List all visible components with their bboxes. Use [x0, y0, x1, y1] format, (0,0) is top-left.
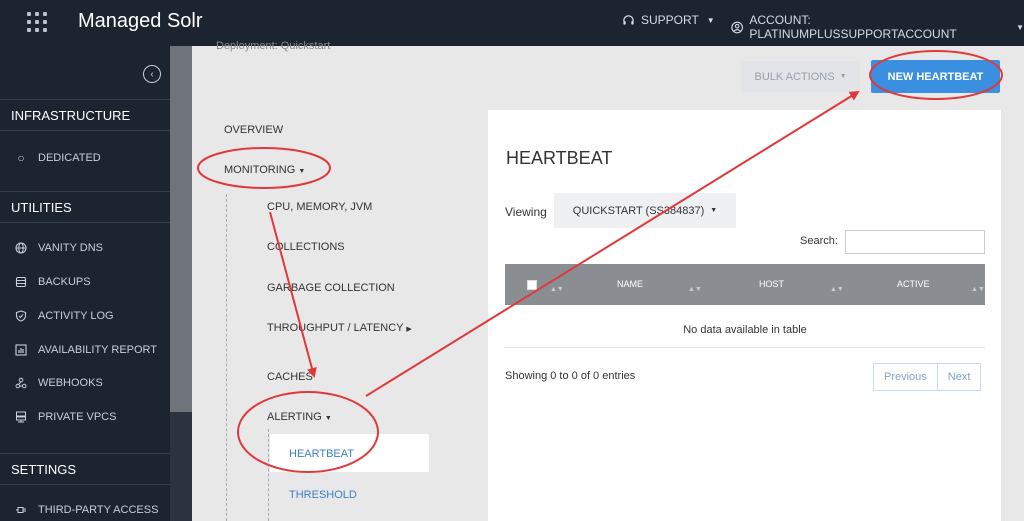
- support-menu[interactable]: SUPPORT ▼: [622, 13, 715, 27]
- sidebar-section-settings: SETTINGS: [0, 453, 170, 485]
- select-all-checkbox[interactable]: [527, 280, 537, 290]
- webhook-icon: [14, 377, 28, 389]
- globe-icon: [14, 242, 28, 254]
- subnav-throughput-label: THROUGHPUT / LATENCY: [267, 322, 404, 334]
- caret-down-icon: ▼: [706, 15, 715, 25]
- sidebar-item-label: DEDICATED: [38, 152, 101, 164]
- subnav-alerting[interactable]: ALERTING ▼: [267, 411, 332, 423]
- caret-down-icon: ▼: [710, 207, 718, 214]
- sidebar-item-label: WEBHOOKS: [38, 377, 103, 389]
- sidebar-section-utilities: UTILITIES: [0, 191, 170, 223]
- subnav-cpu-memory-jvm[interactable]: CPU, MEMORY, JVM: [267, 201, 372, 213]
- viewing-label: Viewing: [505, 205, 547, 219]
- breadcrumb[interactable]: Deployment: Quickstart: [216, 40, 330, 52]
- sort-icon[interactable]: ▲▼: [830, 286, 844, 293]
- headset-icon: [623, 14, 634, 25]
- panel-title: HEARTBEAT: [506, 148, 613, 168]
- column-header-host[interactable]: HOST: [759, 279, 784, 289]
- table-header: ▲▼ NAME ▲▼ HOST ▲▼ ACTIVE ▲▼: [505, 264, 985, 305]
- subnav-monitoring-label: MONITORING: [224, 164, 296, 176]
- empty-table-message: No data available in table: [683, 324, 807, 336]
- account-menu[interactable]: ACCOUNT: PLATINUMPLUSSUPPORTACCOUNT ▼: [731, 13, 1024, 41]
- sort-icon[interactable]: ▲▼: [550, 286, 564, 293]
- top-bar: Managed Solr SUPPORT ▼ ACCOUNT: PLATINUM…: [0, 0, 1024, 46]
- circle-icon: ○: [17, 151, 25, 165]
- subnav-heartbeat[interactable]: HEARTBEAT: [289, 448, 354, 460]
- column-header-name[interactable]: NAME: [617, 279, 643, 289]
- subnav-caches[interactable]: CACHES: [267, 371, 313, 383]
- heartbeat-panel: HEARTBEAT Viewing QUICKSTART (SS384837) …: [488, 110, 1001, 521]
- brand-title: Managed Solr: [78, 10, 203, 32]
- shield-icon: [14, 310, 28, 322]
- chart-icon: [14, 344, 28, 356]
- sidebar-item-label: ACTIVITY LOG: [38, 310, 114, 322]
- database-icon: [14, 276, 28, 288]
- sidebar-item-backups[interactable]: BACKUPS: [14, 276, 91, 288]
- next-page-button[interactable]: Next: [937, 363, 982, 391]
- support-label: SUPPORT: [641, 13, 699, 27]
- table-info: Showing 0 to 0 of 0 entries: [505, 370, 636, 382]
- sidebar-item-label: VANITY DNS: [38, 242, 103, 254]
- sidebar-scrollbar[interactable]: [170, 46, 192, 521]
- server-icon: [14, 411, 28, 423]
- sidebar-item-dedicated[interactable]: ○ DEDICATED: [14, 151, 101, 165]
- bulk-actions-label: BULK ACTIONS: [754, 70, 835, 83]
- sidebar-section-infrastructure: INFRASTRUCTURE: [0, 99, 170, 131]
- subnav-overview[interactable]: OVERVIEW: [224, 124, 283, 136]
- sidebar-item-webhooks[interactable]: WEBHOOKS: [14, 377, 103, 389]
- caret-down-icon: ▼: [298, 168, 306, 175]
- caret-right-icon: ▶: [406, 326, 412, 333]
- sidebar-item-label: BACKUPS: [38, 276, 91, 288]
- sidebar-item-label: AVAILABILITY REPORT: [38, 344, 158, 356]
- sort-icon[interactable]: ▲▼: [971, 286, 985, 293]
- sidebar-item-availability-report[interactable]: AVAILABILITY REPORT: [14, 344, 157, 356]
- sidebar-item-activity-log[interactable]: ACTIVITY LOG: [14, 310, 114, 322]
- search-input[interactable]: [845, 230, 985, 254]
- subnav-monitoring[interactable]: MONITORING ▼: [224, 164, 305, 176]
- subnav-threshold[interactable]: THRESHOLD: [289, 489, 357, 501]
- bulk-actions-button[interactable]: BULK ACTIONS ▼: [741, 61, 860, 92]
- subnav-garbage-collection[interactable]: GARBAGE COLLECTION: [267, 282, 395, 294]
- sort-icon[interactable]: ▲▼: [688, 286, 702, 293]
- user-circle-icon: [731, 21, 744, 33]
- main-content: Deployment: Quickstart BULK ACTIONS ▼ NE…: [192, 40, 1024, 521]
- sidebar-item-private-vpcs[interactable]: PRIVATE VPCS: [14, 411, 116, 423]
- account-label: ACCOUNT: PLATINUMPLUSSUPPORTACCOUNT: [749, 13, 957, 41]
- subnav-alerting-label: ALERTING: [267, 411, 322, 423]
- tree-guide-line: [226, 194, 227, 521]
- sidebar: ‹ INFRASTRUCTURE ○ DEDICATED UTILITIES V…: [0, 46, 170, 521]
- previous-page-button[interactable]: Previous: [873, 363, 938, 391]
- sidebar-item-third-party-access[interactable]: THIRD-PARTY ACCESS: [14, 504, 158, 516]
- caret-down-icon: ▼: [839, 73, 847, 80]
- chevron-left-icon: ‹: [150, 68, 154, 80]
- subnav-throughput-latency[interactable]: THROUGHPUT / LATENCY ▶: [267, 322, 412, 334]
- scrollbar-thumb[interactable]: [170, 46, 192, 412]
- subnav-collections[interactable]: COLLECTIONS: [267, 241, 345, 253]
- column-header-active[interactable]: ACTIVE: [897, 279, 930, 289]
- new-heartbeat-button[interactable]: NEW HEARTBEAT: [871, 60, 1000, 93]
- sidebar-item-label: PRIVATE VPCS: [38, 411, 117, 423]
- sidebar-item-label: THIRD-PARTY ACCESS: [38, 504, 159, 516]
- pagination: Previous Next: [873, 363, 982, 391]
- caret-down-icon: ▼: [324, 415, 332, 422]
- caret-down-icon: ▼: [1016, 22, 1024, 32]
- sidebar-item-vanity-dns[interactable]: VANITY DNS: [14, 242, 103, 254]
- plug-icon: [14, 504, 28, 516]
- deployment-select[interactable]: QUICKSTART (SS384837) ▼: [554, 193, 736, 228]
- app-grid-icon[interactable]: [27, 12, 47, 32]
- search-label: Search:: [800, 235, 838, 247]
- deployment-select-value: QUICKSTART (SS384837): [572, 204, 705, 217]
- table-divider: [505, 347, 985, 348]
- tree-guide-line: [268, 429, 269, 521]
- collapse-sidebar-button[interactable]: ‹: [143, 65, 161, 83]
